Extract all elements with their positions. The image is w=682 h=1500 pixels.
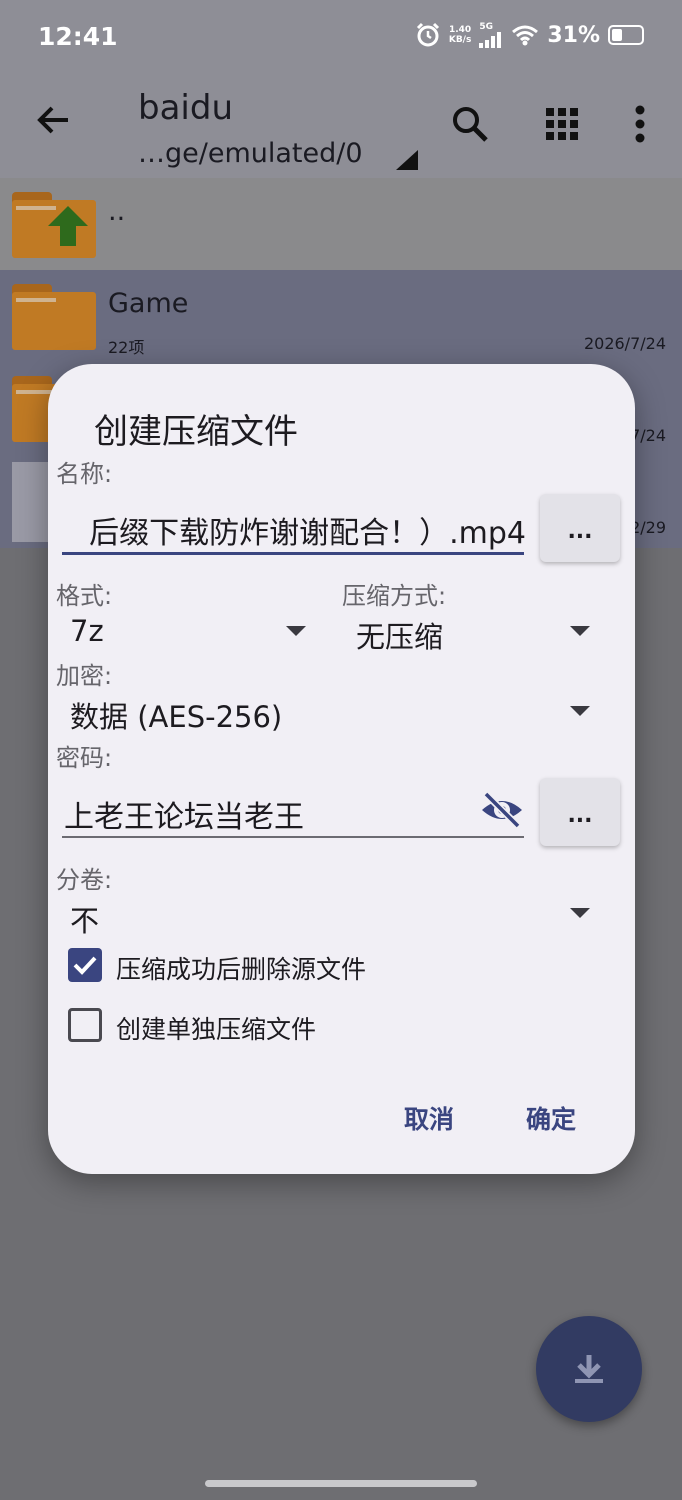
encryption-dropdown-icon[interactable] [570, 706, 590, 716]
folder-title: baidu [138, 88, 233, 128]
status-icons: 1.40 KB/s 5G 31% [415, 22, 644, 48]
back-arrow-icon[interactable] [34, 100, 74, 140]
format-select[interactable]: 7z [70, 614, 104, 648]
delete-source-label[interactable]: 压缩成功后删除源文件 [116, 950, 366, 986]
path-breadcrumb[interactable]: …ge/emulated/0 [138, 138, 363, 169]
download-icon [575, 1355, 603, 1383]
ok-button[interactable]: 确定 [526, 1100, 576, 1136]
download-fab-button[interactable] [536, 1316, 642, 1422]
password-label: 密码: [56, 744, 113, 772]
separate-archive-checkbox[interactable] [68, 1008, 102, 1042]
split-volume-label: 分卷: [56, 866, 113, 894]
split-volume-dropdown-icon[interactable] [570, 908, 590, 918]
compression-method-label: 压缩方式: [342, 582, 447, 610]
status-time: 12:41 [38, 22, 118, 51]
file-date: 2/29 [630, 518, 666, 537]
archive-name-input[interactable]: 后缀下载防炸谢谢配合！）.mp4 [62, 508, 526, 552]
delete-source-checkbox[interactable] [68, 948, 102, 982]
app-bar: baidu …ge/emulated/0 [0, 76, 682, 178]
battery-percent: 31% [547, 22, 600, 48]
create-archive-dialog: 创建压缩文件 名称: 后缀下载防炸谢谢配合！）.mp4 ... 格式: 7z 压… [48, 364, 635, 1174]
gesture-nav-bar[interactable] [205, 1480, 477, 1487]
folder-up-icon [12, 192, 96, 258]
path-dropdown-icon[interactable] [396, 150, 418, 170]
net-speed: 1.40 KB/s [448, 25, 472, 45]
compression-method-select[interactable]: 无压缩 [356, 614, 443, 656]
battery-icon [608, 25, 644, 45]
dialog-title: 创建压缩文件 [94, 412, 298, 452]
cancel-button[interactable]: 取消 [404, 1100, 454, 1136]
cellular-signal-icon: 5G [479, 22, 503, 48]
status-bar: 12:41 1.40 KB/s 5G 31% [0, 0, 682, 76]
split-volume-select[interactable]: 不 [70, 898, 99, 940]
checkmark-icon [73, 956, 97, 975]
file-date: 2026/7/24 [583, 334, 666, 353]
name-label: 名称: [56, 460, 113, 488]
format-label: 格式: [56, 582, 113, 610]
file-date: 7/24 [630, 426, 666, 445]
list-item-parent-folder[interactable]: .. [0, 178, 682, 270]
list-item[interactable]: Game 22项 2026/7/24 [0, 270, 682, 362]
encryption-label: 加密: [56, 662, 113, 690]
alarm-icon [416, 22, 439, 47]
file-meta: 22项 [108, 338, 145, 357]
folder-icon [12, 284, 96, 350]
encryption-select[interactable]: 数据 (AES-256) [70, 694, 282, 736]
separate-archive-label[interactable]: 创建单独压缩文件 [116, 1010, 316, 1046]
password-options-button[interactable]: ... [540, 778, 620, 846]
compression-method-dropdown-icon[interactable] [570, 626, 590, 636]
password-input[interactable]: 上老王论坛当老王 [64, 792, 474, 836]
hide-password-icon[interactable] [480, 790, 524, 830]
more-options-icon[interactable] [620, 104, 660, 144]
search-icon[interactable] [450, 104, 490, 144]
format-dropdown-icon[interactable] [286, 626, 306, 636]
file-name: Game [108, 288, 189, 319]
wifi-icon [512, 25, 539, 46]
name-input-underline [62, 552, 524, 555]
grid-view-icon[interactable] [542, 104, 582, 144]
file-name: .. [108, 196, 126, 227]
password-input-underline [62, 836, 524, 838]
browse-button[interactable]: ... [540, 494, 620, 562]
